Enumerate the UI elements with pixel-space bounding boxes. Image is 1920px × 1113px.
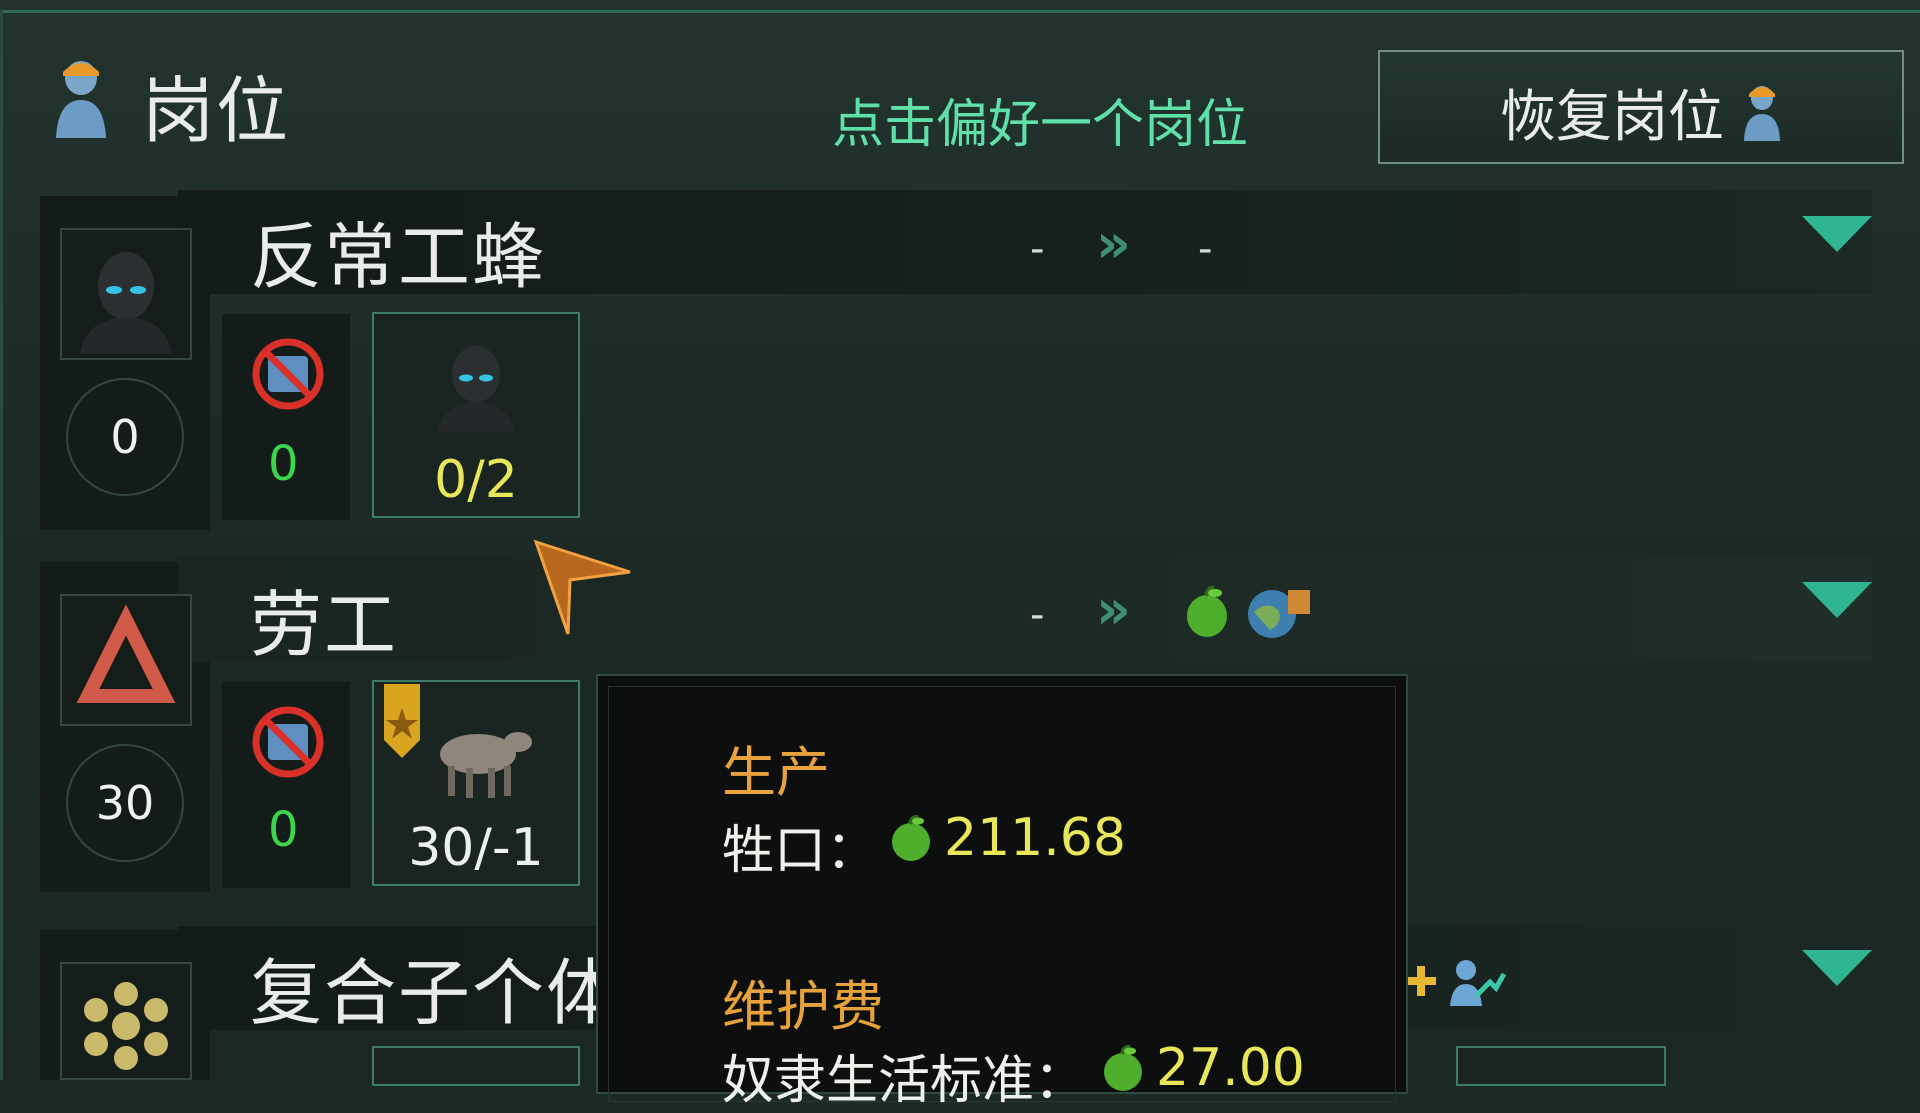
job-slot-value: 30/-1 — [408, 818, 544, 878]
job-slot-value: 0/2 — [434, 450, 518, 510]
expand-triangle-icon[interactable] — [1800, 948, 1874, 988]
job-name: 复合子个体 — [250, 951, 621, 1035]
job-output-from: - — [1030, 592, 1045, 638]
job-pop-count: 0 — [66, 378, 184, 496]
job-row-header[interactable] — [178, 558, 1872, 662]
job-output-from: - — [1030, 226, 1045, 272]
food-icon — [892, 814, 930, 861]
resource-plus-icon — [1406, 966, 1436, 996]
jobs-panel: 岗位 点击偏好一个岗位 恢复岗位 0 反常工蜂 - » - 0 0/2 30 劳… — [0, 0, 1920, 1111]
job-portrait — [60, 962, 192, 1080]
production-title: 生产 — [722, 741, 830, 804]
star-badge-icon — [384, 684, 420, 758]
page-title: 岗位 — [142, 69, 291, 153]
food-icon — [1187, 585, 1227, 637]
panel-top-border — [0, 10, 1920, 13]
upkeep-value: 27.00 — [1156, 1038, 1305, 1098]
unemployed-count: 0 — [268, 436, 299, 492]
unemployed-icon — [252, 706, 324, 778]
job-slot[interactable] — [372, 1046, 580, 1086]
unemployed-count: 0 — [268, 802, 299, 858]
prefer-job-hint: 点击偏好一个岗位 — [832, 95, 1249, 155]
job-portrait — [60, 228, 192, 360]
expand-triangle-icon[interactable] — [1800, 214, 1874, 254]
job-output-to: - — [1198, 226, 1213, 272]
job-name: 反常工蜂 — [250, 215, 547, 299]
job-slot[interactable]: 0/2 — [372, 312, 580, 518]
unemployed-icon — [252, 338, 324, 410]
job-slot[interactable]: 30/-1 — [372, 680, 580, 886]
food-icon — [1104, 1044, 1142, 1091]
complex-drone-icon — [84, 982, 168, 1070]
production-value: 211.68 — [944, 808, 1126, 868]
worker-icon — [1744, 86, 1780, 141]
job-tooltip: 生产 牲口： 211.68 维护费 奴隶生活标准： 27.00 — [596, 674, 1408, 1111]
job-portrait — [60, 594, 192, 726]
arrow-icon: » — [1096, 578, 1131, 641]
livestock-icon — [440, 732, 532, 798]
production-label: 牲口： — [722, 821, 879, 881]
restore-jobs-button[interactable]: 恢复岗位 — [1378, 50, 1904, 164]
panel-left-border — [0, 10, 3, 1080]
growth-icon — [1450, 960, 1506, 1006]
worker-icon — [56, 61, 106, 138]
job-slot[interactable] — [1456, 1046, 1666, 1086]
drone-portrait-icon — [80, 252, 172, 354]
restore-jobs-label: 恢复岗位 — [1500, 85, 1724, 150]
worker-stratum-icon — [76, 604, 176, 703]
drone-job-icon — [438, 346, 514, 432]
mouse-cursor-icon — [533, 539, 631, 635]
job-name: 劳工 — [250, 583, 399, 667]
arrow-icon: » — [1096, 212, 1131, 275]
upkeep-title: 维护费 — [722, 975, 884, 1038]
job-pop-count: 30 — [66, 744, 184, 862]
expand-triangle-icon[interactable] — [1800, 580, 1874, 620]
planet-building-icon — [1248, 590, 1310, 638]
upkeep-label: 奴隶生活标准： — [722, 1051, 1087, 1111]
